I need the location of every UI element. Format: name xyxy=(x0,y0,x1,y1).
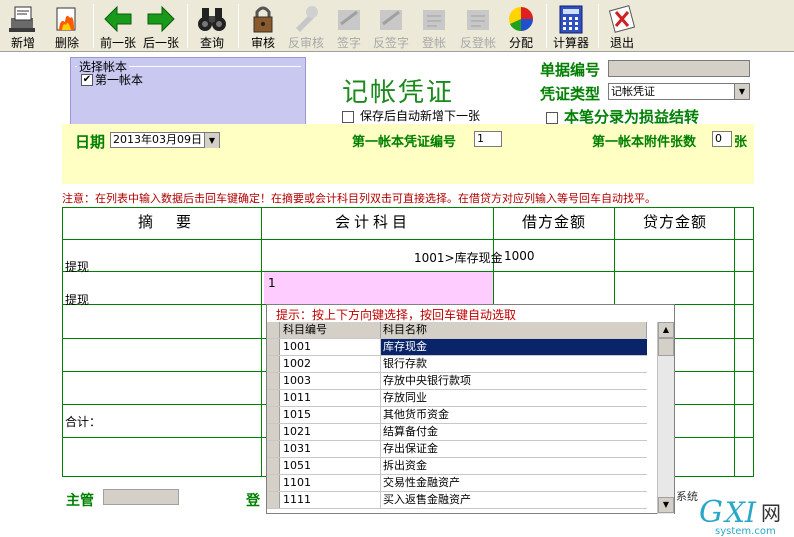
pie-chart-icon xyxy=(509,7,533,32)
unaudit-button[interactable]: 反审核 xyxy=(286,2,326,50)
voucher-no-field[interactable]: 1 xyxy=(474,131,502,147)
unpost-button[interactable]: 反登帐 xyxy=(456,2,500,50)
list-item[interactable]: 1051 拆出资金 xyxy=(267,458,647,475)
date-value: 2013年03月09日 xyxy=(113,133,202,146)
binoculars-icon xyxy=(198,8,226,31)
svg-text:XI: XI xyxy=(723,496,757,529)
auto-new-label: 保存后自动新增下一张 xyxy=(360,109,481,123)
carry-over-checkbox[interactable] xyxy=(546,111,558,124)
calculator-button[interactable]: 计算器 xyxy=(550,2,592,50)
chevron-down-icon[interactable]: ▼ xyxy=(204,133,219,148)
attachments-field[interactable]: 0 xyxy=(712,131,732,147)
list-item[interactable]: 1015 其他货币资金 xyxy=(267,407,647,424)
delete-button[interactable]: 删除 xyxy=(48,2,86,50)
sign-button[interactable]: 签字 xyxy=(332,2,366,50)
notice-text: 注意：在列表中输入数据后击回车键确定！在摘要或会计科目列双击可直接选择。在借贷方… xyxy=(62,192,656,205)
svg-text:system.com: system.com xyxy=(715,526,776,537)
list-item[interactable]: 1111 买入返售金融资产 xyxy=(267,492,647,509)
active-account-cell[interactable] xyxy=(264,272,493,304)
exit-button[interactable]: 退出 xyxy=(604,2,640,50)
col-account-name: 科目名称 xyxy=(381,322,647,338)
account-select-panel: 选择帐本 ✔ 第一帐本 xyxy=(70,57,306,125)
date-label: 日期 xyxy=(75,133,106,151)
account-list-header: 科目编号 科目名称 xyxy=(267,322,647,339)
row2-summary[interactable]: 提现 xyxy=(65,291,89,308)
popup-hint: 提示：按上下方向键选择，按回车键自动选取 xyxy=(276,308,517,322)
unaudit-icon xyxy=(296,6,318,32)
chevron-down-icon[interactable]: ▼ xyxy=(734,84,749,99)
auto-new-checkbox[interactable] xyxy=(342,110,354,123)
query-button[interactable]: 查询 xyxy=(192,2,232,50)
account-list: 科目编号 科目名称 1001 库存现金 1002 银行存款 1003 存放中央银行款项… xyxy=(267,322,647,512)
col-header-credit: 贷方金额 xyxy=(643,213,708,231)
voucher-no-label: 第一帐本凭证编号 xyxy=(352,135,457,150)
scroll-up-icon[interactable]: ▲ xyxy=(658,322,674,338)
allocate-button[interactable]: 分配 xyxy=(502,2,540,50)
arrow-left-icon xyxy=(104,5,132,33)
voucher-type-label: 凭证类型 xyxy=(540,85,601,103)
watermark-logo: G XI 网 system.com xyxy=(697,490,794,537)
unpost-icon xyxy=(467,10,489,30)
total-label: 合计： xyxy=(65,415,102,429)
voucher-type-select[interactable]: 记帐凭证 ▼ xyxy=(608,83,750,100)
exit-icon xyxy=(608,5,636,33)
scroll-thumb[interactable] xyxy=(658,338,674,356)
col-account-code: 科目编号 xyxy=(281,322,381,338)
system-label-fragment: 系统 xyxy=(676,490,698,503)
row2-account-input[interactable]: 1 xyxy=(268,276,276,290)
doc-no-label: 单据编号 xyxy=(540,61,601,79)
voucher-type-value: 记帐凭证 xyxy=(611,85,655,98)
list-item[interactable]: 1101 交易性金融资产 xyxy=(267,475,647,492)
scroll-down-icon[interactable]: ▼ xyxy=(658,497,674,513)
arrow-right-icon xyxy=(147,5,175,33)
post-icon xyxy=(423,10,445,30)
account-item-first[interactable]: ✔ 第一帐本 xyxy=(79,71,143,88)
unsign-icon xyxy=(380,10,402,30)
attachments-unit: 张 xyxy=(734,135,748,150)
toolbar: 新增 删除 前一张 后一张 查询 审核 反审核 签字 反签字 登帐 反登帐 分配… xyxy=(0,0,794,52)
doc-no-field[interactable] xyxy=(608,60,750,77)
svg-text:G: G xyxy=(699,495,723,530)
new-button[interactable]: 新增 xyxy=(4,2,42,50)
col-header-summary: 摘 要 xyxy=(138,213,196,231)
account-checkbox[interactable]: ✔ xyxy=(81,73,93,86)
list-item[interactable]: 1003 存放中央银行款项 xyxy=(267,373,647,390)
list-item[interactable]: 1031 存出保证金 xyxy=(267,441,647,458)
post-button[interactable]: 登帐 xyxy=(416,2,452,50)
row1-summary[interactable]: 提现 xyxy=(65,258,89,275)
sign-icon xyxy=(338,10,360,30)
col-header-account: 会计科目 xyxy=(335,213,412,231)
auto-new-option[interactable]: 保存后自动新增下一张 xyxy=(342,107,480,124)
lock-icon xyxy=(253,6,273,33)
calculator-icon xyxy=(559,5,583,34)
row1-account[interactable]: 1001>库存现金 xyxy=(414,249,503,266)
supervisor-field[interactable] xyxy=(103,489,179,505)
poster-label: 登 xyxy=(246,493,260,509)
date-picker[interactable]: 2013年03月09日 ▼ xyxy=(110,132,220,148)
attachments-label: 第一帐本附件张数 xyxy=(592,135,697,150)
new-doc-icon xyxy=(9,6,35,32)
svg-text:网: 网 xyxy=(761,501,781,525)
list-item[interactable]: 1021 结算备付金 xyxy=(267,424,647,441)
list-item[interactable]: 1002 银行存款 xyxy=(267,356,647,373)
account-list-scrollbar[interactable]: ▲ ▼ xyxy=(657,322,674,514)
unsign-button[interactable]: 反签字 xyxy=(370,2,412,50)
supervisor-label: 主管 xyxy=(66,493,94,509)
next-button[interactable]: 后一张 xyxy=(141,2,181,50)
list-item[interactable]: 1001 库存现金 xyxy=(267,339,647,356)
prev-button[interactable]: 前一张 xyxy=(98,2,138,50)
account-item-label: 第一帐本 xyxy=(95,73,144,87)
row1-debit[interactable]: 1000 xyxy=(504,249,535,263)
delete-fire-icon xyxy=(56,7,76,31)
audit-button[interactable]: 审核 xyxy=(244,2,282,50)
voucher-title: 记帐凭证 xyxy=(342,78,455,108)
col-header-debit: 借方金额 xyxy=(522,213,587,231)
list-item[interactable]: 1011 存放同业 xyxy=(267,390,647,407)
